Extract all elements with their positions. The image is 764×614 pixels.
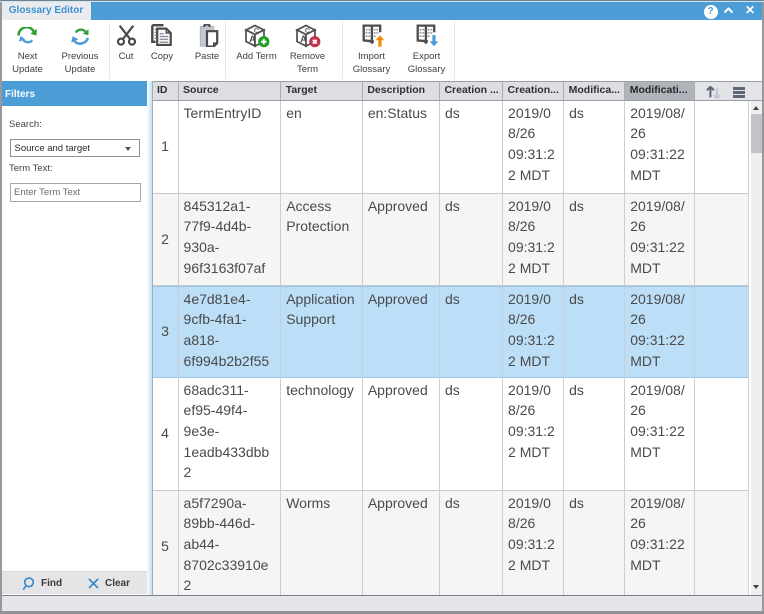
- svg-text:A: A: [300, 34, 307, 44]
- svg-text:A: A: [249, 34, 256, 44]
